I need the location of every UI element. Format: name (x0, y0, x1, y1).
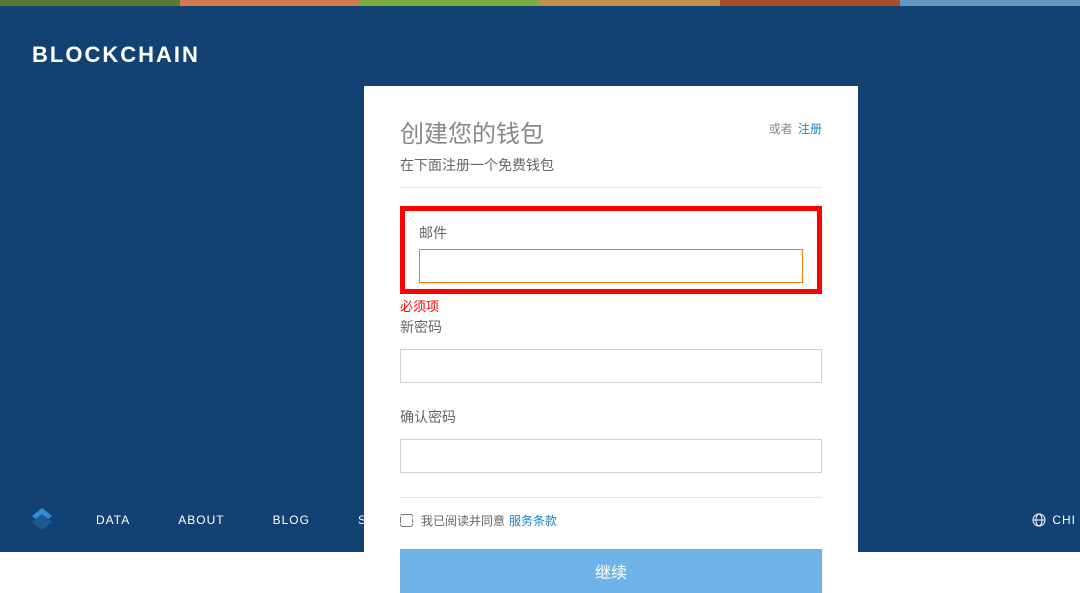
page-background: BLOCKCHAIN 创建您的钱包 或者 注册 在下面注册一个免费钱包 邮件 必… (0, 6, 1080, 552)
alt-prefix: 或者 (769, 122, 793, 136)
language-label: CHI (1052, 513, 1076, 527)
footer-nav: DATA ABOUT BLOG SUPPORT CHI (28, 506, 1080, 534)
email-label: 邮件 (419, 223, 803, 243)
language-selector[interactable]: CHI (1032, 513, 1080, 527)
continue-button[interactable]: 继续 (400, 549, 822, 593)
email-highlight-annotation: 邮件 (400, 206, 822, 294)
divider (400, 497, 822, 498)
footer-logo-icon (28, 506, 56, 534)
password-label: 新密码 (400, 317, 822, 337)
footer-link-about[interactable]: ABOUT (178, 513, 224, 527)
form-title: 创建您的钱包 (400, 114, 544, 149)
brand-logo: BLOCKCHAIN (32, 42, 200, 68)
footer-link-support[interactable]: SUPPORT (358, 513, 423, 527)
alt-signup-link[interactable]: 注册 (798, 122, 822, 136)
email-error: 必须项 (400, 296, 822, 315)
password-input[interactable] (400, 349, 822, 383)
confirm-password-input[interactable] (400, 439, 822, 473)
divider (400, 187, 822, 188)
email-input[interactable] (419, 249, 803, 283)
password-field: 新密码 (400, 317, 822, 383)
footer-link-data[interactable]: DATA (96, 513, 130, 527)
signup-card: 创建您的钱包 或者 注册 在下面注册一个免费钱包 邮件 必须项 新密码 确认密码… (364, 86, 858, 552)
footer-link-blog[interactable]: BLOG (273, 513, 310, 527)
globe-icon (1032, 513, 1046, 527)
alt-action: 或者 注册 (769, 120, 822, 137)
confirm-password-field: 确认密码 (400, 407, 822, 473)
form-subtitle: 在下面注册一个免费钱包 (400, 155, 822, 175)
confirm-password-label: 确认密码 (400, 407, 822, 427)
